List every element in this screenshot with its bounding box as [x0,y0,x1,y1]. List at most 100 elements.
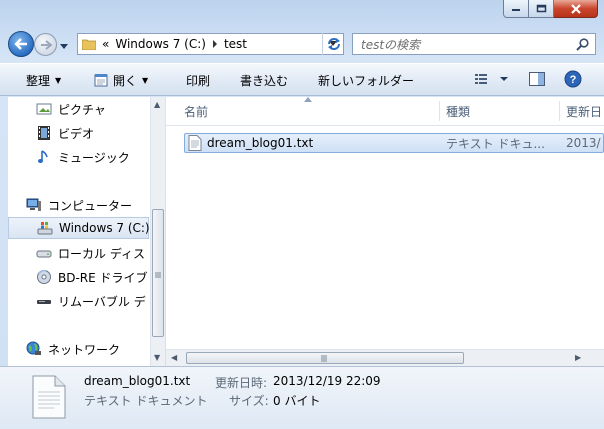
file-type-cell: テキスト ドキュ... [446,136,545,151]
recent-pages-dropdown[interactable] [60,39,68,53]
print-label: 印刷 [186,73,211,88]
sidebar-item-videos[interactable]: ビデオ [36,122,94,144]
sidebar-item-network[interactable]: ネットワーク [26,338,120,360]
chevron-down-icon: ▼ [55,75,62,85]
breadcrumb: « Windows 7 (C:) test [102,37,247,51]
breadcrumb-drive[interactable]: Windows 7 (C:) [115,37,206,51]
minimize-icon [512,8,520,11]
navigation-pane: ピクチャ ビデオ ミュージック コンピューター Windows 7 (C:) ロ… [8,97,151,366]
column-divider[interactable] [559,101,560,121]
network-icon [26,341,41,355]
sidebar-item-pictures[interactable]: ピクチャ [36,98,106,120]
arrow-right-icon [40,39,52,50]
sidebar-item-label: BD-RE ドライブ [58,270,148,285]
file-name-cell: dream_blog01.txt [207,136,314,150]
new-folder-button[interactable]: 新しいフォルダー [318,64,414,96]
sidebar-item-label: コンピューター [48,198,133,213]
maximize-button[interactable] [529,0,554,18]
details-type-value: テキスト ドキュメント [84,394,208,408]
sidebar-item-label: リムーバブル デ [58,294,146,309]
organize-button[interactable]: 整理 ▼ [26,64,61,96]
search-placeholder: testの検索 [361,37,421,52]
folder-icon [82,39,96,50]
chevron-down-icon: ▼ [142,75,149,85]
help-icon: ? [564,70,582,88]
breadcrumb-overflow[interactable]: « [102,37,109,51]
burn-button[interactable]: 書き込む [240,64,288,96]
sidebar-item-label: ローカル ディス [58,246,145,261]
details-size-label: サイズ: [229,394,269,408]
sort-ascending-icon [304,97,312,102]
maximize-icon [536,4,546,13]
notepad-icon [94,74,108,87]
sidebar-item-windows-drive[interactable]: Windows 7 (C:) [8,217,150,239]
grip-icon [321,355,327,362]
preview-pane-button[interactable] [528,71,546,90]
file-date-cell: 2013/ [566,136,601,150]
help-button[interactable]: ? [564,70,582,91]
grip-icon [155,272,161,278]
column-divider[interactable] [439,101,440,121]
caption-buttons [503,0,598,18]
scroll-down-icon[interactable]: ▼ [154,353,160,362]
view-details-icon [475,74,508,84]
column-name[interactable]: 名前 [184,97,208,125]
sidebar-item-label: ミュージック [58,150,130,165]
text-file-icon [188,135,202,151]
search-icon[interactable] [576,38,589,51]
scroll-right-icon[interactable]: ▶ [575,353,581,362]
removable-disk-icon [37,300,51,304]
sidebar-item-music[interactable]: ミュージック [36,146,130,168]
video-icon [38,126,50,140]
column-type[interactable]: 種類 [446,97,470,125]
sidebar-item-label: ピクチャ [58,102,106,117]
chevron-down-icon [60,44,68,49]
open-button[interactable]: 開く ▼ [94,64,148,96]
details-modified-value: 2013/12/19 22:09 [273,374,381,388]
text-file-icon [32,375,66,419]
refresh-button[interactable] [322,33,344,55]
address-bar[interactable]: « Windows 7 (C:) test [77,33,344,55]
navigation-pane-scrollbar[interactable]: ▲ ▼ [150,97,165,366]
scroll-up-icon[interactable]: ▲ [154,100,160,109]
burn-label: 書き込む [240,73,289,88]
sidebar-item-removable-disk[interactable]: リムーバブル デ [36,290,146,312]
refresh-icon [327,38,340,50]
back-button[interactable] [8,31,34,57]
scroll-left-icon[interactable]: ◀ [171,353,177,362]
details-file-name: dream_blog01.txt [84,374,191,388]
sidebar-item-label: ネットワーク [48,342,121,357]
sidebar-item-computer[interactable]: コンピューター [26,194,132,216]
explorer-window: « Windows 7 (C:) test testの検索 整理 ▼ 開く ▼ … [0,0,604,429]
file-list-scrollbar[interactable]: ◀ ▶ [166,349,604,366]
details-size-value: 0 バイト [273,394,321,408]
preview-pane-icon [529,72,545,86]
scrollbar-thumb[interactable] [186,352,464,364]
print-button[interactable]: 印刷 [186,64,210,96]
sidebar-item-label: ビデオ [58,126,95,141]
forward-button[interactable] [34,33,57,56]
column-date[interactable]: 更新日 [566,97,602,125]
new-folder-label: 新しいフォルダー [318,73,415,88]
computer-icon [26,198,41,211]
table-row[interactable]: dream_blog01.txt テキスト ドキュ... 2013/ [184,133,604,153]
breadcrumb-folder[interactable]: test [224,37,247,51]
sidebar-item-label: Windows 7 (C:) [59,221,150,235]
system-drive-icon [37,222,53,235]
details-modified-label: 更新日時: [215,376,268,390]
close-icon [570,3,581,14]
command-bar: 整理 ▼ 開く ▼ 印刷 書き込む 新しいフォルダー ? [0,63,604,96]
column-header: 名前 種類 更新日 [166,97,604,126]
close-button[interactable] [554,0,598,18]
scrollbar-thumb[interactable] [152,209,164,337]
local-disk-icon [36,250,52,258]
sidebar-item-local-disk[interactable]: ローカル ディス [36,242,145,264]
chevron-right-icon[interactable] [212,40,218,48]
change-view-button[interactable] [474,71,510,90]
search-input[interactable]: testの検索 [352,33,596,55]
arrow-left-icon [14,38,27,50]
file-list: 名前 種類 更新日 dream_blog01.txt テキスト ドキュ... 2… [166,97,604,366]
bd-drive-icon [37,270,51,284]
sidebar-item-bd-drive[interactable]: BD-RE ドライブ [36,266,148,288]
minimize-button[interactable] [503,0,529,18]
